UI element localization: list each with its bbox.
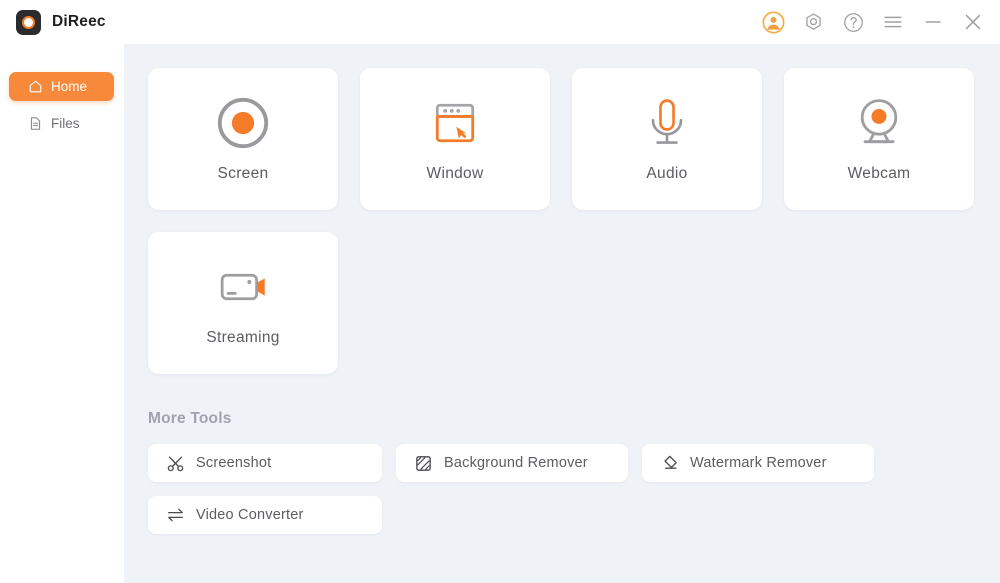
sidebar-item-files[interactable]: Files xyxy=(9,109,114,138)
file-document-icon xyxy=(28,116,43,131)
tool-watermark-remover[interactable]: Watermark Remover xyxy=(642,444,874,482)
card-window-label: Window xyxy=(426,165,484,182)
sidebar-item-home[interactable]: Home xyxy=(9,72,114,101)
card-webcam-label: Webcam xyxy=(847,165,911,182)
app-title: DiReec xyxy=(52,13,106,30)
hamburger-menu-icon[interactable] xyxy=(880,9,906,35)
direec-app-window: DiReec Home Files Screen Window Audio We… xyxy=(0,0,1000,583)
sidebar: Home Files xyxy=(0,44,124,583)
more-tools-row-2: Video Converter xyxy=(148,496,976,534)
sidebar-item-files-label: Files xyxy=(51,116,80,131)
main-content: Screen Window Audio Webcam Streaming Mor… xyxy=(124,44,1000,583)
microphone-icon xyxy=(639,95,695,151)
webcam-icon xyxy=(851,95,907,151)
home-icon xyxy=(28,79,43,94)
help-icon[interactable] xyxy=(840,9,866,35)
convert-arrows-icon xyxy=(166,506,185,525)
tool-video-converter-label: Video Converter xyxy=(196,507,304,523)
tool-background-remover[interactable]: Background Remover xyxy=(396,444,628,482)
sidebar-item-home-label: Home xyxy=(51,79,88,94)
settings-icon[interactable] xyxy=(800,9,826,35)
card-streaming-label: Streaming xyxy=(206,329,280,346)
title-bar: DiReec xyxy=(0,0,1000,44)
eraser-icon xyxy=(660,454,679,473)
record-ring-logo-icon xyxy=(16,9,41,35)
logo-ring xyxy=(22,15,35,29)
more-tools-row-1: Screenshot Background Remover Watermark … xyxy=(148,444,976,482)
card-screen-label: Screen xyxy=(217,165,269,182)
card-window[interactable]: Window xyxy=(360,68,550,210)
window-cursor-icon xyxy=(427,95,483,151)
video-camera-icon xyxy=(214,259,272,315)
close-button[interactable] xyxy=(960,9,986,35)
account-avatar-icon[interactable] xyxy=(760,9,786,35)
scissors-icon xyxy=(166,454,185,473)
card-screen[interactable]: Screen xyxy=(148,68,338,210)
tool-screenshot[interactable]: Screenshot xyxy=(148,444,382,482)
more-tools-title: More Tools xyxy=(148,410,232,427)
record-circle-icon xyxy=(214,95,272,151)
window-controls xyxy=(760,9,986,35)
card-audio[interactable]: Audio xyxy=(572,68,762,210)
tool-background-remover-label: Background Remover xyxy=(444,455,588,471)
card-audio-label: Audio xyxy=(646,165,688,182)
body: Home Files Screen Window Audio Webcam St… xyxy=(0,44,1000,583)
tool-video-converter[interactable]: Video Converter xyxy=(148,496,382,534)
brand: DiReec xyxy=(16,9,106,35)
hatched-square-icon xyxy=(414,454,433,473)
tool-screenshot-label: Screenshot xyxy=(196,455,272,471)
card-webcam[interactable]: Webcam xyxy=(784,68,974,210)
tool-watermark-remover-label: Watermark Remover xyxy=(690,455,827,471)
minimize-button[interactable] xyxy=(920,9,946,35)
card-streaming[interactable]: Streaming xyxy=(148,232,338,374)
capture-mode-grid: Screen Window Audio Webcam Streaming xyxy=(148,68,976,374)
